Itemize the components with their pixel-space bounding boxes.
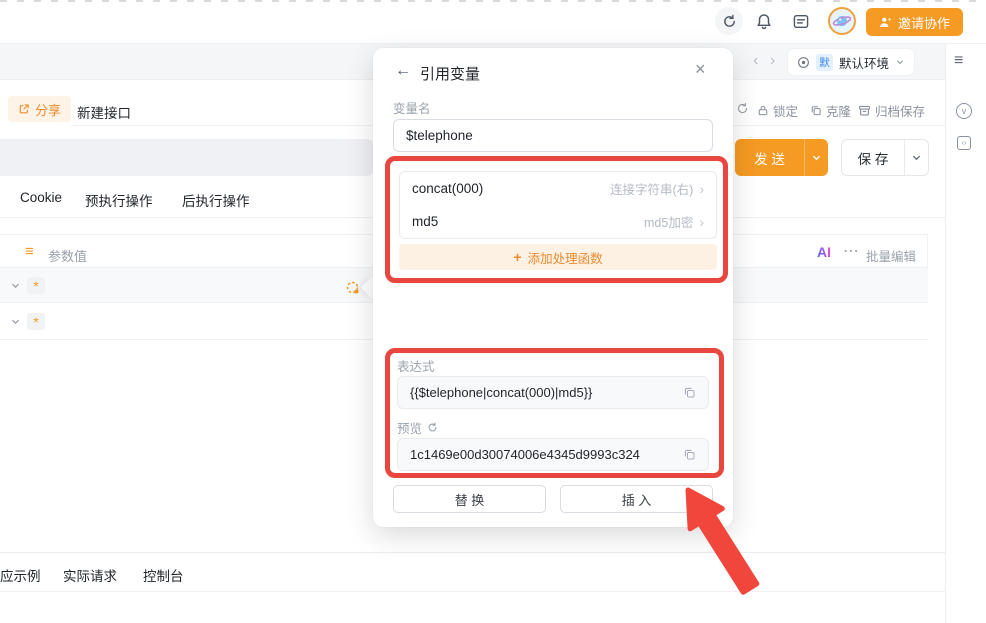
invite-collaborate-label: 邀请协作	[898, 15, 951, 31]
window-top-dashes	[0, 0, 986, 2]
lock-icon	[757, 104, 769, 117]
tab-post-actions[interactable]: 后执行操作	[182, 190, 250, 210]
nav-back-icon[interactable]: ‹	[753, 53, 758, 69]
invite-collaborate-button[interactable]: 邀请协作	[866, 8, 964, 36]
back-icon[interactable]: ←	[395, 62, 411, 80]
variable-name-field	[393, 119, 713, 152]
variable-name-input[interactable]	[406, 128, 700, 143]
bell-icon	[755, 12, 773, 31]
app-window: 邀请协作 ‹ › 默 默认环境 分享 新建接口 锁定 克隆 归档保存 发 送 保…	[0, 0, 986, 623]
notifications-button[interactable]	[755, 12, 773, 31]
archive-icon	[858, 104, 871, 117]
clone-icon	[810, 104, 822, 117]
bottom-panel-divider	[0, 552, 945, 553]
tab-cookie[interactable]: Cookie	[20, 190, 62, 205]
drag-handle-icon[interactable]: ≡	[25, 243, 34, 260]
clone-label: 克隆	[826, 105, 852, 119]
user-avatar[interactable]	[828, 7, 856, 35]
environment-selector[interactable]: 默 默认环境	[788, 49, 915, 75]
bottom-tabs-divider	[0, 591, 945, 592]
sidebar-menu-icon[interactable]: ≡	[954, 52, 963, 70]
tab-actual-request[interactable]: 实际请求	[63, 565, 117, 585]
share-icon	[18, 103, 30, 115]
close-icon[interactable]: ×	[695, 59, 706, 80]
more-options-icon[interactable]: ⋯	[843, 241, 859, 261]
required-badge: *	[27, 277, 45, 294]
column-header-param-value: 参数值	[48, 249, 88, 264]
sync-button[interactable]	[715, 7, 743, 35]
replace-button[interactable]: 替 换	[393, 485, 546, 513]
annotation-arrow	[645, 466, 780, 606]
feedback-icon	[792, 13, 810, 30]
save-chevron-down-icon[interactable]	[905, 140, 928, 175]
clone-button[interactable]: 克隆	[810, 101, 851, 120]
person-add-icon	[879, 16, 892, 29]
row-expand-chevron-icon[interactable]	[10, 280, 21, 291]
share-button[interactable]: 分享	[8, 96, 72, 122]
ai-button[interactable]: AI	[817, 244, 831, 260]
archive-save-button[interactable]: 归档保存	[858, 101, 925, 120]
tab-console[interactable]: 控制台	[143, 565, 184, 585]
variable-name-label: 变量名	[393, 102, 431, 116]
sync-icon	[722, 14, 737, 29]
lock-button[interactable]: 锁定	[757, 101, 798, 120]
share-label: 分享	[35, 102, 62, 118]
history-icon[interactable]	[736, 102, 749, 115]
magic-variable-icon[interactable]	[345, 280, 361, 296]
code-panel-icon[interactable]: ‹›	[957, 136, 971, 150]
tab-response-example[interactable]: 应示例	[0, 565, 41, 585]
top-bar: 邀请协作	[0, 0, 986, 44]
modal-title: 引用变量	[420, 66, 481, 83]
feedback-button[interactable]	[792, 13, 810, 30]
chevron-down-icon	[895, 57, 905, 67]
annotation-rect-functions	[385, 156, 728, 283]
environment-target-icon	[797, 56, 810, 69]
archive-save-label: 归档保存	[875, 105, 926, 119]
send-label: 发 送	[754, 151, 785, 167]
save-label: 保 存	[857, 151, 889, 167]
save-button[interactable]: 保 存	[841, 139, 929, 176]
planet-icon	[832, 11, 852, 31]
send-button[interactable]: 发 送	[735, 139, 828, 176]
lock-label: 锁定	[773, 105, 799, 119]
right-sidebar	[945, 44, 986, 623]
annotation-rect-expression	[385, 348, 724, 478]
nav-forward-icon[interactable]: ›	[770, 53, 775, 69]
version-icon[interactable]: v	[956, 103, 972, 119]
row-expand-chevron-icon[interactable]	[10, 316, 21, 327]
tab-new-api[interactable]: 新建接口	[77, 102, 131, 122]
environment-name: 默认环境	[839, 56, 890, 71]
tab-pre-actions[interactable]: 预执行操作	[85, 190, 153, 210]
send-chevron-down-icon[interactable]	[805, 139, 828, 176]
batch-edit-button[interactable]: 批量编辑	[866, 246, 916, 265]
required-badge: *	[27, 313, 45, 330]
request-url-input[interactable]	[0, 139, 373, 176]
environment-badge: 默	[816, 53, 833, 71]
